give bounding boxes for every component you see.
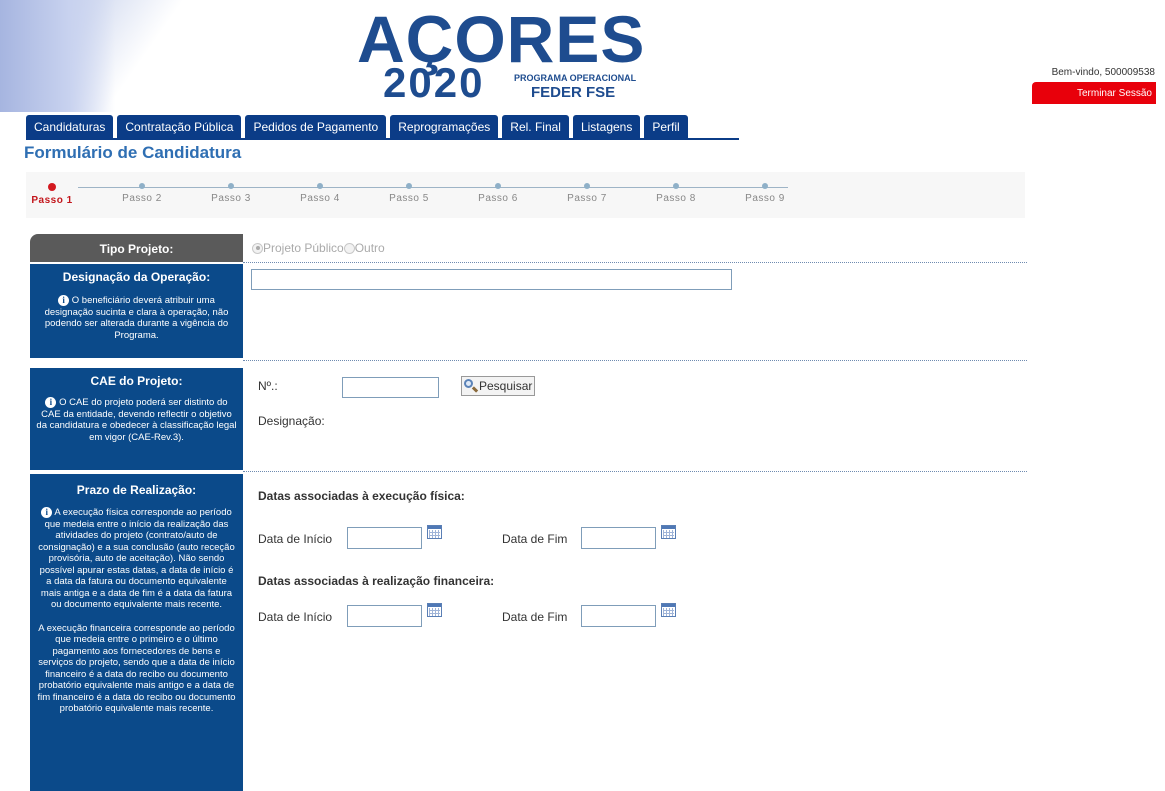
page-title: Formulário de Candidatura	[24, 143, 242, 162]
prazo-help-fisica: i A execução física corresponde ao perío…	[30, 507, 243, 611]
tabs-underline	[26, 138, 739, 140]
step-7[interactable]: Passo 7	[557, 183, 617, 204]
tipo-projeto-title: Tipo Projeto:	[99, 242, 174, 256]
step-9[interactable]: Passo 9	[735, 183, 795, 204]
welcome-text: Bem-vindo, 500009538	[1051, 67, 1155, 78]
step-label: Passo 7	[567, 193, 607, 204]
calendar-icon[interactable]	[427, 603, 442, 617]
financeira-start-label: Data de Início	[258, 610, 333, 624]
step-label: Passo 6	[478, 193, 518, 204]
financeira-heading: Datas associadas à realização financeira…	[258, 574, 495, 588]
step-2[interactable]: Passo 2	[112, 183, 172, 204]
tipo-projeto-options: Projeto Público Outro	[252, 241, 385, 255]
step-label: Passo 1	[31, 195, 73, 206]
info-icon: i	[45, 397, 57, 408]
step-dot	[762, 183, 768, 189]
info-icon: i	[58, 295, 70, 306]
designacao-help: i O beneficiário deverá atribuir uma des…	[30, 295, 243, 341]
tab-listagens[interactable]: Listagens	[572, 115, 641, 139]
cae-title: CAE do Projeto:	[90, 374, 183, 388]
financeira-end-label: Data de Fim	[502, 610, 568, 624]
main-nav-tabs: Candidaturas Contratação Pública Pedidos…	[26, 115, 688, 139]
step-8[interactable]: Passo 8	[646, 183, 706, 204]
step-4[interactable]: Passo 4	[290, 183, 350, 204]
fisica-heading: Datas associadas à execução física:	[258, 489, 465, 503]
prazo-info-fisica-text: A execução física corresponde ao período…	[38, 507, 235, 611]
search-icon	[462, 378, 479, 394]
wizard-stepper: Passo 1 Passo 2 Passo 3 Passo 4 Passo 5 …	[26, 172, 1025, 218]
step-dot	[317, 183, 323, 189]
logo-program: PROGRAMA OPERACIONAL	[514, 73, 637, 83]
cae-search-label: Pesquisar	[479, 379, 533, 393]
designacao-input[interactable]	[251, 269, 732, 290]
cae-number-input[interactable]	[342, 377, 439, 398]
step-dot	[48, 183, 56, 191]
step-6[interactable]: Passo 6	[468, 183, 528, 204]
step-1[interactable]: Passo 1	[22, 183, 82, 206]
logo-fund: FEDER FSE	[531, 84, 616, 101]
step-3[interactable]: Passo 3	[201, 183, 261, 204]
tab-perfil[interactable]: Perfil	[644, 115, 688, 139]
step-label: Passo 5	[389, 193, 429, 204]
radio-projeto-publico-label: Projeto Público	[263, 241, 344, 255]
step-5[interactable]: Passo 5	[379, 183, 439, 204]
calendar-icon[interactable]	[661, 603, 676, 617]
fisica-start-date-input[interactable]	[347, 527, 422, 549]
tab-rel-final[interactable]: Rel. Final	[502, 115, 569, 139]
financeira-end-date-input[interactable]	[581, 605, 656, 627]
calendar-icon[interactable]	[661, 525, 676, 539]
cae-number-label: Nº.:	[258, 379, 278, 393]
tab-reprogramacoes[interactable]: Reprogramações	[390, 115, 499, 139]
step-dot	[139, 183, 145, 189]
info-icon: i	[41, 507, 53, 518]
designacao-info-text: O beneficiário deverá atribuir uma desig…	[44, 295, 229, 341]
radio-projeto-publico[interactable]	[252, 242, 263, 254]
tipo-projeto-label-box: Tipo Projeto:	[30, 234, 243, 262]
step-label: Passo 9	[745, 193, 785, 204]
cae-designacao-label: Designação:	[258, 414, 325, 428]
step-dot	[406, 183, 412, 189]
header-background	[0, 0, 330, 112]
fisica-start-label: Data de Início	[258, 532, 333, 546]
prazo-title: Prazo de Realização:	[76, 483, 197, 497]
step-label: Passo 2	[122, 193, 162, 204]
financeira-start-date-input[interactable]	[347, 605, 422, 627]
divider	[243, 360, 1027, 361]
cae-info-text: O CAE do projeto poderá ser distinto do …	[36, 397, 237, 443]
tab-candidaturas[interactable]: Candidaturas	[26, 115, 114, 139]
step-dot	[673, 183, 679, 189]
step-label: Passo 4	[300, 193, 340, 204]
fisica-end-label: Data de Fim	[502, 532, 568, 546]
divider	[243, 471, 1027, 472]
step-dot	[228, 183, 234, 189]
logout-button[interactable]: Terminar Sessão	[1032, 82, 1156, 104]
acores-2020-logo: AÇORES 2020 PROGRAMA OPERACIONAL FEDER F…	[357, 6, 657, 106]
logo-year: 2020	[383, 59, 485, 106]
designacao-title: Designação da Operação:	[62, 270, 211, 284]
tab-pedidos-pagamento[interactable]: Pedidos de Pagamento	[245, 115, 387, 139]
divider	[243, 262, 1027, 263]
tab-contratacao-publica[interactable]: Contratação Pública	[117, 115, 242, 139]
step-label: Passo 3	[211, 193, 251, 204]
radio-outro-label: Outro	[354, 241, 385, 255]
cae-help: i O CAE do projeto poderá ser distinto d…	[30, 397, 243, 443]
cae-label-box: CAE do Projeto: i O CAE do projeto poder…	[30, 368, 243, 470]
radio-outro[interactable]	[343, 242, 355, 254]
calendar-icon[interactable]	[427, 525, 442, 539]
cae-search-button[interactable]: Pesquisar	[461, 376, 536, 396]
prazo-info-financeira-text: A execução financeira corresponde ao per…	[37, 622, 236, 715]
step-dot	[495, 183, 501, 189]
prazo-label-box: Prazo de Realização: i A execução física…	[30, 474, 243, 791]
step-label: Passo 8	[656, 193, 696, 204]
fisica-end-date-input[interactable]	[581, 527, 656, 549]
designacao-label-box: Designação da Operação: i O beneficiário…	[30, 264, 243, 358]
step-dot	[584, 183, 590, 189]
